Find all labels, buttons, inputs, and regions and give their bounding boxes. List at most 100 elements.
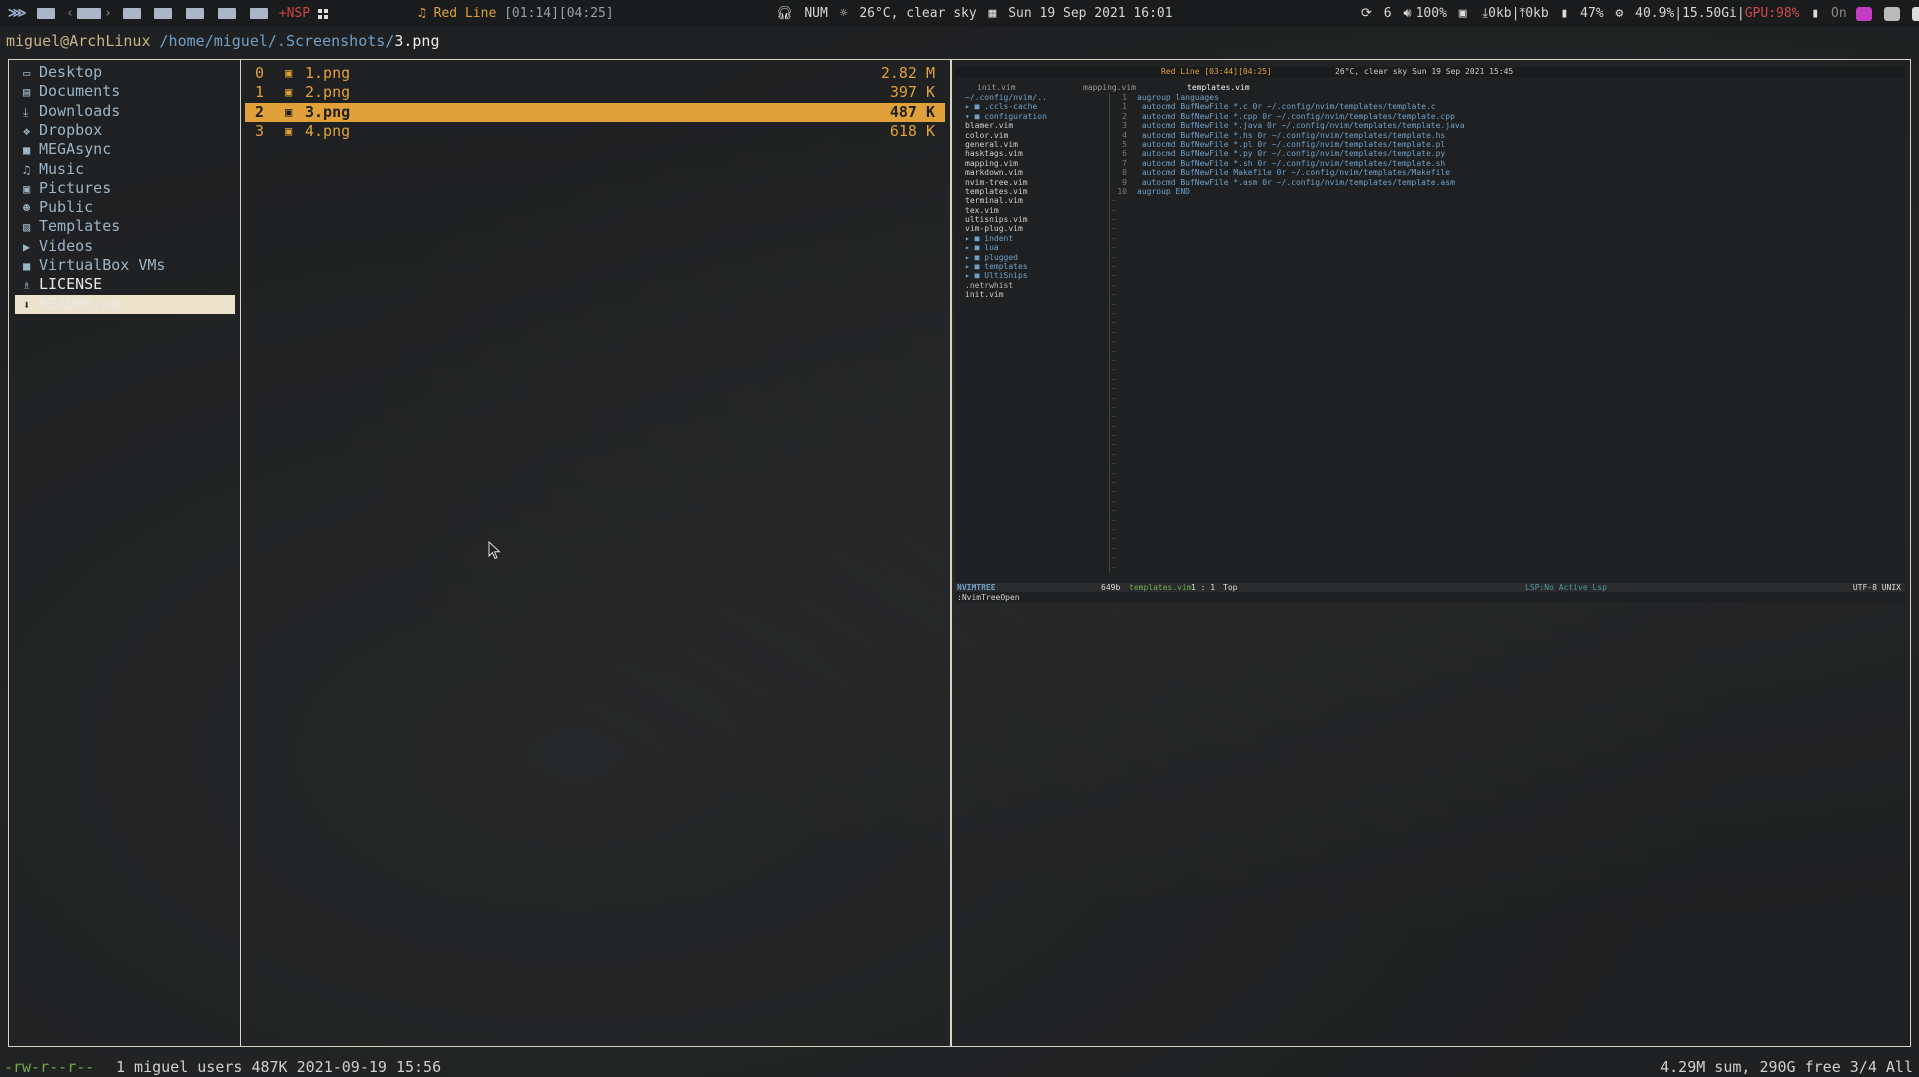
empty-line-marker: ~ [1111, 534, 1116, 544]
code-line: 6 autocmd BufNewFile *.py 0r ~/.config/n… [1111, 149, 1891, 158]
workspace-3[interactable] [122, 8, 141, 19]
steam-icon[interactable] [1884, 6, 1901, 21]
image-file-icon: ▣ [285, 123, 293, 138]
file-row[interactable]: 1 ▣ 2.png 397 K [245, 83, 945, 102]
file-row[interactable]: 0 ▣ 1.png 2.82 M [245, 64, 945, 83]
music-widget[interactable]: ♫ Red Line [01:14][04:25] [418, 0, 614, 27]
file-size: 618 K [889, 121, 935, 140]
preview-tab: init.vim [977, 83, 1016, 92]
line-number: 6 [1122, 149, 1127, 159]
gpu-separator: | [1736, 6, 1745, 21]
volume-icon[interactable]: 🔊︎ [1403, 0, 1411, 27]
tray-app-icon[interactable] [1856, 6, 1873, 21]
template-icon: ▧ [23, 220, 31, 235]
tree-root: ~/.config/nvim/.. [965, 93, 1047, 102]
markdown-icon: ⬇ [23, 297, 31, 312]
current-directory: /home/miguel/.Screenshots/ [159, 32, 395, 50]
parent-directory-pane[interactable]: ▭ Desktop ▤ Documents ⤓ Downloads ❖ Dropbox ■ MEG… [8, 59, 240, 1047]
directory-entry[interactable]: ▶ Videos [15, 237, 235, 256]
tree-entry: .netrwhist [965, 280, 1014, 290]
update-icon[interactable]: ⟳ [1361, 0, 1372, 27]
current-directory-pane[interactable]: 0 ▣ 1.png 2.82 M 1 ▣ 2.png 397 K 2 ▣ 3.png 487 K 3 ▣ 4… [240, 59, 951, 1047]
directory-entry-label: Templates [39, 217, 121, 236]
workspace-2-active[interactable] [76, 8, 101, 19]
empty-line-marker: ~ [1111, 553, 1116, 563]
tree-entry: templates.vim [965, 186, 1028, 196]
file-size: 2.82 M [880, 64, 935, 82]
tree-entry: ▸ ■ UltiSnips [965, 271, 1028, 281]
bottom-status-bar: -rw-r--r-- 1 miguel users 487K 2021-09-1… [0, 1057, 1919, 1077]
file-row[interactable]: 3 ▣ 4.png 618 K [245, 122, 945, 141]
line-number: 9 [1122, 177, 1127, 187]
workspace-5[interactable] [186, 8, 205, 19]
workspace-1[interactable] [37, 8, 56, 19]
directory-entry-label: Dropbox [39, 120, 103, 139]
directory-entry-label: Documents [39, 82, 121, 101]
workspace-6[interactable] [218, 8, 237, 19]
empty-line-marker: ~ [1111, 290, 1116, 300]
tree-entry: ▸ ■ .ccls-cache [965, 102, 1038, 112]
directory-entry[interactable]: ⬇ README.md [15, 294, 235, 314]
code-line: 2 autocmd BufNewFile *.cpp 0r ~/.config/… [1111, 112, 1891, 121]
workspace-switcher: ⋙ ‹ › +NSP [8, 0, 328, 27]
layout-grid-icon[interactable] [317, 8, 328, 19]
line-number: 5 [1122, 139, 1127, 149]
file-row[interactable]: 2 ▣ 3.png 487 K [245, 102, 945, 122]
updates-count: 6 [1383, 6, 1392, 21]
net-up: 0kb [1525, 6, 1549, 21]
arch-logo-icon[interactable]: ⋙ [8, 6, 27, 21]
preview-statusline: NVIMTREE 649b templates.vim 1 : 1 Top LS… [955, 583, 1905, 592]
directory-entry[interactable]: ▧ Templates [15, 217, 235, 236]
empty-line-marker: ~ [1111, 543, 1116, 553]
preview-file-tree: ~/.config/nvim/.. ▸ ■ .ccls-cache ▾ ■ con… [965, 93, 1115, 300]
directory-entry[interactable]: ▤ Documents [15, 82, 235, 101]
image-file-icon: ▣ [285, 85, 293, 100]
line-number: 1 [1122, 102, 1127, 112]
workspace-7[interactable] [249, 8, 268, 19]
directory-entry[interactable]: ■ MEGAsync [15, 140, 235, 159]
directory-entry[interactable]: ♗ LICENSE [15, 275, 235, 294]
empty-line-marker: ~ [1111, 496, 1116, 506]
code-text: autocmd BufNewFile *.cpp 0r ~/.config/nv… [1137, 111, 1455, 121]
preview-file-name: templates.vim [1129, 583, 1192, 592]
dropbox-tray-icon[interactable] [1912, 6, 1919, 21]
user-host: miguel@ArchLinux [6, 32, 151, 50]
empty-line-marker: ~ [1111, 355, 1116, 365]
directory-entry[interactable]: ☻ Public [15, 198, 235, 217]
document-icon: ▤ [23, 85, 31, 100]
directory-entry[interactable]: ▣ Pictures [15, 179, 235, 198]
users-icon: ☻ [23, 201, 31, 216]
folder-icon: ■ [23, 259, 31, 273]
empty-line-marker: ~ [1111, 459, 1116, 469]
line-number: 1 [1122, 93, 1127, 102]
directory-entry[interactable]: ▭ Desktop [15, 63, 235, 82]
preview-mode: NVIMTREE [957, 583, 996, 592]
music-note-icon: ♫ [418, 6, 426, 21]
file-name: 1.png [305, 64, 351, 82]
directory-entry[interactable]: ❖ Dropbox [15, 121, 235, 140]
preview-datetime: 26°C, clear sky Sun 19 Sep 2021 15:45 [1335, 67, 1514, 76]
preview-lsp: LSP:No Active Lsp [1525, 583, 1607, 592]
empty-line-marker: ~ [1111, 412, 1116, 422]
directory-entry[interactable]: ■ VirtualBox VMs [15, 256, 235, 275]
directory-entry-label: Videos [39, 236, 94, 255]
cpu-mem: 40.9%|15.50Gi [1635, 6, 1737, 21]
directory-entry[interactable]: ⤓ Downloads [15, 102, 235, 121]
folder-icon: ■ [23, 143, 31, 158]
empty-line-marker: ~ [1111, 271, 1116, 281]
tree-entry: ▸ ■ plugged [965, 252, 1018, 262]
empty-line-marker: ~ [1111, 506, 1116, 516]
file-index: 3 [255, 121, 265, 140]
empty-line-marker: ~ [1111, 262, 1116, 272]
battery-full-icon: ▮ [1811, 6, 1820, 21]
tree-entry: init.vim [965, 290, 1004, 300]
workspace-4[interactable] [154, 8, 173, 19]
empty-line-marker: ~ [1111, 243, 1116, 253]
directory-entry-label: Desktop [39, 63, 103, 81]
image-file-icon: ▣ [285, 66, 293, 80]
nsp-workspace[interactable]: +NSP [279, 6, 310, 21]
code-text: autocmd BufNewFile *.c 0r ~/.config/nvim… [1137, 102, 1436, 112]
workspace-bracket-icon: › [103, 6, 112, 21]
directory-entry[interactable]: ♫ Music [15, 160, 235, 179]
code-text: autocmd BufNewFile *.asm 0r ~/.config/nv… [1137, 177, 1455, 187]
